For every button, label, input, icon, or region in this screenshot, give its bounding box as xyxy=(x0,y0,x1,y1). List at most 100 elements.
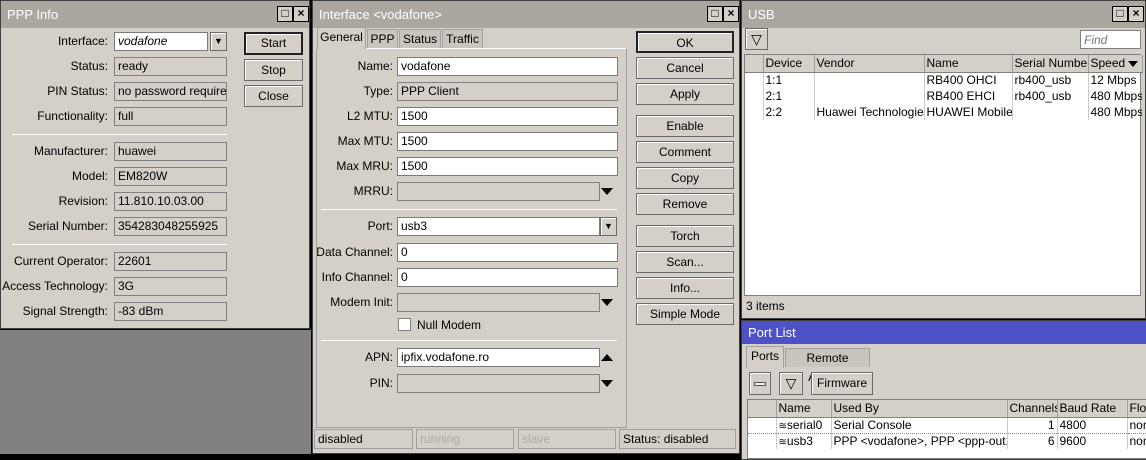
info-button[interactable]: Info... xyxy=(636,277,734,299)
column-header-device[interactable]: Device xyxy=(763,55,814,72)
column-header-used-by[interactable]: Used By xyxy=(831,400,1007,417)
port-table: NameUsed ByChannelsBaud RateFlow≋serial0… xyxy=(748,400,1146,449)
maximize-button[interactable]: □ xyxy=(1112,6,1128,22)
expand-pin-icon[interactable] xyxy=(601,380,613,387)
close-icon[interactable]: × xyxy=(1128,6,1144,22)
status-text: Status: disabled xyxy=(619,429,736,449)
model-field: EM820W xyxy=(114,167,227,186)
cell-text: usb3 xyxy=(787,434,813,448)
tab-general[interactable]: General xyxy=(317,27,366,49)
l2-mtu-input[interactable]: 1500 xyxy=(397,107,618,126)
close-icon[interactable]: × xyxy=(723,6,739,22)
table-row[interactable]: 2:2Huawei TechnologiesHUAWEI Mobile480 M… xyxy=(745,104,1142,120)
cell-text: 1 xyxy=(1048,418,1055,432)
tab-ppp[interactable]: PPP xyxy=(367,29,398,48)
max-mtu-input[interactable]: 1500 xyxy=(397,132,618,151)
cell-channels: 1 xyxy=(1007,417,1057,433)
cancel-button[interactable]: Cancel xyxy=(636,57,734,79)
cell-text: 2:2 xyxy=(766,105,783,119)
info-channel-input[interactable]: 0 xyxy=(397,268,618,287)
max-mru-input[interactable]: 1500 xyxy=(397,157,618,176)
cell-device: 2:1 xyxy=(763,88,814,104)
mrru-input[interactable] xyxy=(397,182,600,201)
signal-strength-field: -83 dBm xyxy=(114,302,227,321)
column-header-vendor[interactable]: Vendor xyxy=(814,55,924,72)
disable-button[interactable] xyxy=(749,372,771,395)
cell-text: 480 Mbps xyxy=(1091,89,1143,103)
column-header-baud-rate[interactable]: Baud Rate xyxy=(1057,400,1127,417)
cell-vendor xyxy=(814,88,924,104)
maximize-button[interactable]: □ xyxy=(277,6,293,22)
collapse-apn-icon[interactable] xyxy=(601,354,613,361)
cell-name: RB400 OHCI xyxy=(924,72,1012,88)
cell-channels: 6 xyxy=(1007,433,1057,449)
column-header-flow[interactable]: Flow xyxy=(1127,400,1146,417)
port-input[interactable]: usb3 xyxy=(397,217,600,236)
remove-button[interactable]: Remove xyxy=(636,193,734,215)
table-row[interactable]: 1:1RB400 OHCIrb400_usb12 Mbps xyxy=(745,72,1142,88)
start-button[interactable]: Start xyxy=(244,32,303,55)
expand-modem-init-icon[interactable] xyxy=(601,299,613,306)
column-header-channels[interactable]: Channels xyxy=(1007,400,1057,417)
tab-ports[interactable]: Ports xyxy=(746,346,784,368)
serial-number-field: 354283048255925 xyxy=(114,217,227,236)
table-row[interactable]: 2:1RB400 EHCIrb400_usb480 Mbps xyxy=(745,88,1142,104)
tab-status[interactable]: Status xyxy=(399,29,441,48)
close-button[interactable]: Close xyxy=(244,85,303,107)
firmware-button[interactable]: Firmware xyxy=(811,372,873,395)
type-input: PPP Client xyxy=(397,82,618,101)
close-icon[interactable]: × xyxy=(293,6,309,22)
port-dropdown-button[interactable]: ▼ xyxy=(600,217,617,236)
scan-button[interactable]: Scan... xyxy=(636,251,734,273)
separator xyxy=(321,340,617,341)
copy-button[interactable]: Copy xyxy=(636,167,734,189)
interface-window: Interface <vodafone> □ × General PPP Sta… xyxy=(312,0,740,454)
status-disabled: disabled xyxy=(314,429,413,449)
name-label: Name: xyxy=(313,57,393,76)
apply-button[interactable]: Apply xyxy=(636,83,734,105)
cell-vendor: Huawei Technologies xyxy=(814,104,924,120)
enable-button[interactable]: Enable xyxy=(636,115,734,137)
apn-input[interactable]: ipfix.vodafone.ro xyxy=(397,348,600,367)
revision-label: Revision: xyxy=(1,192,108,211)
cell-used-by: PPP <vodafone>, PPP <ppp-out1> xyxy=(831,433,1007,449)
l2-mtu-label: L2 MTU: xyxy=(313,107,393,126)
null-modem-checkbox[interactable] xyxy=(398,318,411,331)
pin-status-label: PIN Status: xyxy=(1,82,108,101)
data-channel-label: Data Channel: xyxy=(313,243,393,262)
table-row[interactable]: ≋serial0Serial Console14800none xyxy=(748,417,1146,433)
column-header-name[interactable]: Name xyxy=(776,400,831,417)
filter-button[interactable]: ▽ xyxy=(745,28,768,50)
torch-button[interactable]: Torch xyxy=(636,225,734,247)
cell-text: RB400 OHCI xyxy=(927,73,997,87)
maximize-button[interactable]: □ xyxy=(707,6,723,22)
pin-input[interactable] xyxy=(397,374,600,393)
find-input[interactable] xyxy=(1080,30,1141,49)
cell-flow: none xyxy=(1127,433,1146,449)
interface-dropdown-button[interactable]: ▼ xyxy=(210,32,227,51)
modem-init-input[interactable] xyxy=(397,293,600,312)
column-header-serial-number[interactable]: Serial Number xyxy=(1012,55,1088,72)
cell-device: 2:2 xyxy=(763,104,814,120)
cell-text: 2:1 xyxy=(766,89,783,103)
stop-button[interactable]: Stop xyxy=(244,59,303,81)
column-menu-icon[interactable] xyxy=(1128,61,1138,67)
column-header-blank[interactable] xyxy=(748,400,776,417)
tab-remote-access[interactable]: Remote Access xyxy=(785,348,870,367)
filter-button[interactable]: ▽ xyxy=(779,372,803,395)
max-mru-label: Max MRU: xyxy=(313,157,393,176)
table-row[interactable]: ≋usb3PPP <vodafone>, PPP <ppp-out1>69600… xyxy=(748,433,1146,449)
column-header-name[interactable]: Name xyxy=(924,55,1012,72)
comment-button[interactable]: Comment xyxy=(636,141,734,163)
tab-panel xyxy=(316,48,627,428)
column-header-blank[interactable] xyxy=(745,55,763,72)
expand-mrru-icon[interactable] xyxy=(601,188,613,195)
cell-speed: 12 Mbps xyxy=(1088,72,1142,88)
data-channel-input[interactable]: 0 xyxy=(397,243,618,262)
name-input[interactable]: vodafone xyxy=(397,57,618,76)
interface-select[interactable]: vodafone xyxy=(114,32,208,51)
ok-button[interactable]: OK xyxy=(636,31,734,53)
simple-mode-button[interactable]: Simple Mode xyxy=(636,303,734,325)
cell-name: HUAWEI Mobile xyxy=(924,104,1012,120)
tab-traffic[interactable]: Traffic xyxy=(442,29,483,48)
